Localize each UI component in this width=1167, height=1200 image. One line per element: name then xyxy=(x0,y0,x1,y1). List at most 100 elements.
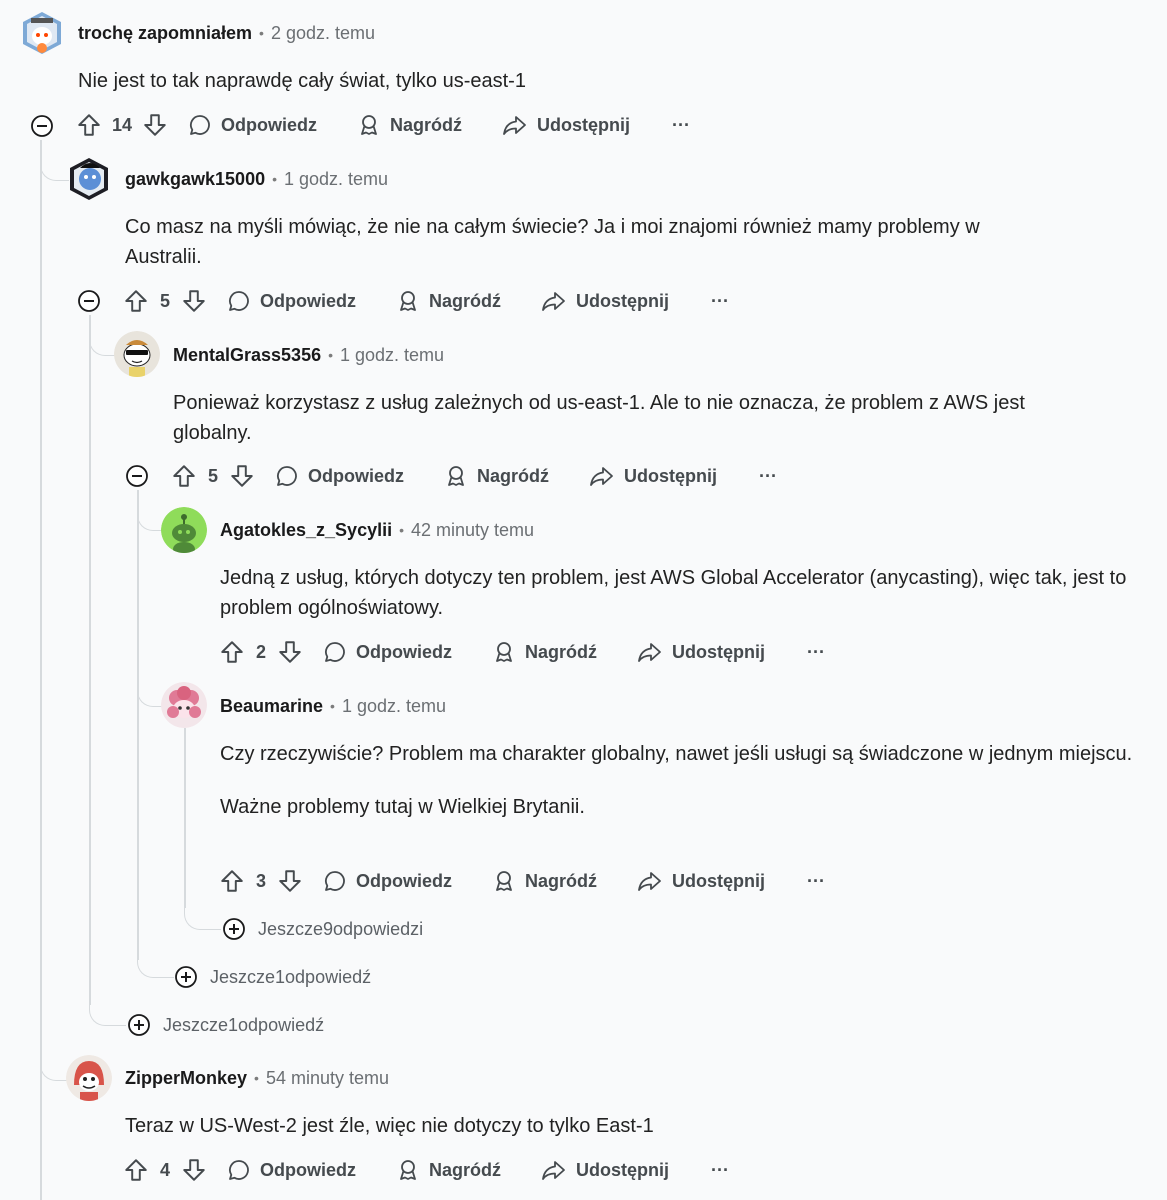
upvote-button[interactable] xyxy=(76,112,102,138)
reply-label: Odpowiedz xyxy=(356,641,452,662)
upvote-button[interactable] xyxy=(171,463,197,489)
more-replies-label: Jeszcze9odpowiedzi xyxy=(258,918,424,939)
share-button[interactable]: Udostępnij xyxy=(589,464,717,488)
comment-bubble-icon xyxy=(190,115,210,135)
avatar[interactable] xyxy=(19,10,65,56)
username[interactable]: Agatokles_z_Sycylii xyxy=(220,520,392,541)
reply-button[interactable]: Odpowiedz xyxy=(188,113,317,137)
share-button[interactable]: Udostępnij xyxy=(637,869,765,893)
comment-text: Co masz na myśli mówiąc, że nie na całym… xyxy=(125,216,980,268)
more-options-button[interactable]: ··· xyxy=(807,642,825,663)
more-replies-label: Jeszcze1odpowiedź xyxy=(163,1014,325,1035)
share-button[interactable]: Udostępnij xyxy=(541,1158,669,1182)
downvote-icon xyxy=(231,465,253,487)
avatar-image xyxy=(114,331,160,377)
plus-circle-icon xyxy=(175,966,197,988)
upvote-button[interactable] xyxy=(219,639,245,665)
upvote-icon xyxy=(125,290,147,312)
comment-body: Jedną z usług, których dotyczy ten probl… xyxy=(220,563,1150,623)
share-label: Udostępnij xyxy=(672,870,765,891)
more-replies-link[interactable]: Jeszcze9odpowiedzi xyxy=(222,916,423,942)
separator-dot: • xyxy=(272,171,277,187)
avatar[interactable] xyxy=(66,1055,112,1101)
collapse-thread-button[interactable] xyxy=(77,289,101,313)
award-label: Nagródź xyxy=(390,114,463,135)
share-button[interactable]: Udostępnij xyxy=(541,289,669,313)
comment-meta: Beaumarine • 1 godz. temu xyxy=(220,692,446,720)
ellipsis-icon: ··· xyxy=(759,465,777,486)
downvote-button[interactable] xyxy=(181,288,207,314)
downvote-button[interactable] xyxy=(229,463,255,489)
award-button[interactable]: Nagródź xyxy=(492,640,597,664)
vote-count: 5 xyxy=(207,465,218,486)
award-button[interactable]: Nagródź xyxy=(357,113,462,137)
timestamp[interactable]: 1 godz. temu xyxy=(284,169,388,190)
comment-actions: 5 Odpowiedz Nagródź Udostępnij ··· xyxy=(171,458,777,494)
timestamp[interactable]: 54 minuty temu xyxy=(266,1068,389,1089)
vote-count: 14 xyxy=(112,114,133,135)
upvote-button[interactable] xyxy=(219,868,245,894)
minus-circle-icon xyxy=(78,290,100,312)
ellipsis-icon: ··· xyxy=(807,641,825,662)
reply-button[interactable]: Odpowiedz xyxy=(323,869,452,893)
comment-body: Ponieważ korzystasz z usług zależnych od… xyxy=(173,388,1103,448)
award-label: Nagródź xyxy=(477,465,549,486)
upvote-button[interactable] xyxy=(123,1157,149,1183)
minus-circle-icon xyxy=(31,115,53,137)
timestamp[interactable]: 2 godz. temu xyxy=(271,23,375,44)
collapse-thread-button[interactable] xyxy=(125,464,149,488)
award-icon xyxy=(400,291,416,311)
comment-text: Nie jest to tak naprawdę cały świat, tyl… xyxy=(78,70,526,92)
avatar[interactable] xyxy=(161,682,207,728)
avatar[interactable] xyxy=(114,331,160,377)
thread-line-level-3[interactable] xyxy=(184,728,186,908)
thread-connector xyxy=(89,315,116,356)
more-replies-link[interactable]: Jeszcze1odpowiedź xyxy=(127,1012,324,1038)
username[interactable]: MentalGrass5356 xyxy=(173,345,321,366)
avatar-image xyxy=(70,158,108,200)
avatar-image xyxy=(66,1055,112,1101)
timestamp[interactable]: 1 godz. temu xyxy=(340,345,444,366)
award-button[interactable]: Nagródź xyxy=(444,464,549,488)
reply-button[interactable]: Odpowiedz xyxy=(227,1158,356,1182)
award-button[interactable]: Nagródź xyxy=(396,289,501,313)
thread-line-level-2[interactable] xyxy=(137,490,139,960)
share-button[interactable]: Udostępnij xyxy=(502,113,630,137)
plus-circle-icon xyxy=(128,1014,150,1036)
downvote-button[interactable] xyxy=(181,1157,207,1183)
more-options-button[interactable]: ··· xyxy=(711,291,729,312)
username[interactable]: gawkgawk15000 xyxy=(125,169,265,190)
reply-button[interactable]: Odpowiedz xyxy=(275,464,404,488)
award-label: Nagródź xyxy=(429,1159,501,1180)
comment-text: Teraz w US-West-2 jest źle, więc nie dot… xyxy=(125,1115,654,1137)
downvote-button[interactable] xyxy=(277,868,303,894)
username[interactable]: ZipperMonkey xyxy=(125,1068,247,1089)
more-options-button[interactable]: ··· xyxy=(759,466,777,487)
share-label: Udostępnij xyxy=(537,114,631,135)
avatar-image xyxy=(161,682,207,728)
downvote-button[interactable] xyxy=(277,639,303,665)
comment-bubble-icon xyxy=(325,871,345,891)
username[interactable]: Beaumarine xyxy=(220,696,323,717)
share-button[interactable]: Udostępnij xyxy=(637,640,765,664)
timestamp[interactable]: 42 minuty temu xyxy=(411,520,534,541)
more-options-button[interactable]: ··· xyxy=(807,871,825,892)
timestamp[interactable]: 1 godz. temu xyxy=(342,696,446,717)
downvote-button[interactable] xyxy=(142,112,168,138)
upvote-button[interactable] xyxy=(123,288,149,314)
award-button[interactable]: Nagródź xyxy=(492,869,597,893)
award-button[interactable]: Nagródź xyxy=(396,1158,501,1182)
collapse-thread-button[interactable] xyxy=(30,114,54,138)
vote-count: 4 xyxy=(159,1159,170,1180)
username[interactable]: trochę zapomniałem xyxy=(78,23,252,44)
more-replies-link[interactable]: Jeszcze1odpowiedź xyxy=(174,964,371,990)
upvote-icon xyxy=(221,870,243,892)
avatar[interactable] xyxy=(161,507,207,553)
reply-button[interactable]: Odpowiedz xyxy=(323,640,452,664)
avatar[interactable] xyxy=(66,156,112,202)
thread-line-level-1[interactable] xyxy=(89,315,91,1005)
more-options-button[interactable]: ··· xyxy=(672,115,690,136)
reply-button[interactable]: Odpowiedz xyxy=(227,289,356,313)
more-options-button[interactable]: ··· xyxy=(711,1160,729,1181)
award-icon xyxy=(448,466,464,486)
